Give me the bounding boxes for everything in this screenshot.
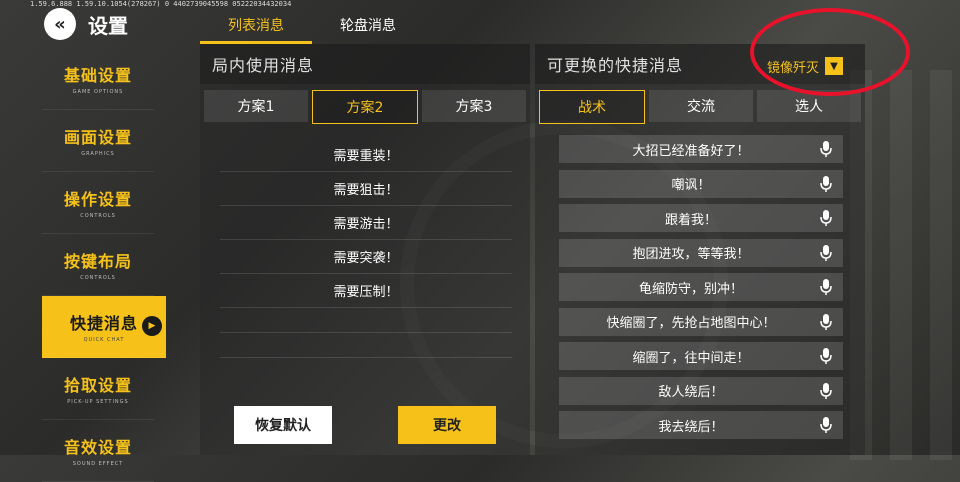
list-item[interactable]: 跟着我！ xyxy=(559,204,843,232)
microphone-icon[interactable] xyxy=(819,279,833,295)
message-text: 敌人绕后！ xyxy=(658,385,724,400)
list-item[interactable]: 需要重装！ xyxy=(220,138,512,172)
sidebar-item-game-options[interactable]: 基础设置 GAME OPTIONS xyxy=(42,48,154,110)
sidebar-item-sublabel: CONTROLS xyxy=(80,213,116,219)
reset-default-button[interactable]: 恢复默认 xyxy=(234,406,332,444)
microphone-icon[interactable] xyxy=(819,348,833,364)
list-item[interactable]: 我去绕后！ xyxy=(559,411,843,439)
version-text: 1.59.6.888 1.59.10.1054(278267) 0 440273… xyxy=(30,0,292,8)
in-game-message-list: 需要重装！ 需要狙击！ 需要游击！ 需要突袭！ 需要压制！ xyxy=(200,130,530,358)
sidebar-item-label: 画面设置 xyxy=(63,128,132,147)
sidebar-item-pickup-settings[interactable]: 拾取设置 PICK-UP SETTINGS xyxy=(42,358,154,420)
sidebar-item-controls[interactable]: 操作设置 CONTROLS xyxy=(42,172,154,234)
panel-title: 局内使用消息 xyxy=(200,44,530,84)
microphone-icon[interactable] xyxy=(819,382,833,399)
sidebar: 基础设置 GAME OPTIONS 画面设置 GRAPHICS 操作设置 CON… xyxy=(42,48,166,482)
category-communication-button[interactable]: 交流 xyxy=(649,90,753,122)
play-icon: ▶ xyxy=(142,316,162,336)
sidebar-item-sound-effect[interactable]: 音效设置 SOUND EFFECT xyxy=(42,420,154,482)
message-text: 大招已经准备好了！ xyxy=(632,143,750,159)
microphone-icon[interactable] xyxy=(819,175,833,192)
panel-actions: 恢复默认 更改 xyxy=(234,406,496,444)
mode-dropdown-value: 镜像歼灭 xyxy=(767,60,820,76)
list-item[interactable]: 龟缩防守，别冲！ xyxy=(559,273,843,301)
sidebar-item-sublabel: QUICK CHAT xyxy=(83,337,125,343)
list-item[interactable]: 抱团进攻，等等我！ xyxy=(559,238,843,267)
top-tabs: 列表消息 轮盘消息 xyxy=(200,15,424,44)
sidebar-item-graphics[interactable]: 画面设置 GRAPHICS xyxy=(42,110,154,172)
sidebar-item-label: 快捷消息 xyxy=(69,314,138,333)
list-item[interactable]: 需要游击！ xyxy=(220,206,512,240)
replaceable-messages-panel: 可更换的快捷消息 战术 交流 选人 大招已经准备好了！ 嘲讽！ 跟着我！ 抱团进… xyxy=(535,44,865,455)
list-item[interactable]: 嘲讽！ xyxy=(559,169,843,198)
microphone-icon[interactable] xyxy=(819,210,833,226)
double-chevron-left-icon: « xyxy=(54,13,66,35)
message-text: 嘲讽！ xyxy=(671,178,711,193)
sidebar-item-label: 音效设置 xyxy=(63,438,132,457)
tab-wheel-messages[interactable]: 轮盘消息 xyxy=(312,15,424,44)
sidebar-item-quick-chat[interactable]: 快捷消息 QUICK CHAT ▶ xyxy=(42,296,166,358)
microphone-icon[interactable] xyxy=(819,141,833,157)
list-item[interactable]: 需要狙击！ xyxy=(220,172,512,206)
sidebar-item-sublabel: GAME OPTIONS xyxy=(72,89,124,95)
list-item[interactable]: 大招已经准备好了！ xyxy=(559,135,843,163)
sidebar-item-label: 基础设置 xyxy=(63,66,132,85)
microphone-icon[interactable] xyxy=(819,313,833,330)
message-text: 缩圈了，往中间走！ xyxy=(632,350,750,366)
back-button[interactable]: « xyxy=(44,8,76,40)
list-item[interactable]: 敌人绕后！ xyxy=(559,376,843,405)
microphone-icon[interactable] xyxy=(819,244,833,261)
sidebar-item-label: 拾取设置 xyxy=(63,376,132,395)
message-text: 我去绕后！ xyxy=(658,419,724,435)
plan-selector: 方案1 方案2 方案3 xyxy=(200,84,530,130)
plan-1-button[interactable]: 方案1 xyxy=(204,90,308,122)
message-text: 龟缩防守，别冲！ xyxy=(638,281,743,297)
sidebar-item-label: 按键布局 xyxy=(63,252,132,271)
sidebar-item-sublabel: PICK-UP SETTINGS xyxy=(67,399,129,405)
page-title: 设置 xyxy=(88,14,128,38)
category-character-select-button[interactable]: 选人 xyxy=(757,90,861,122)
sidebar-item-sublabel: CONTROLS xyxy=(80,275,116,281)
sidebar-item-label: 操作设置 xyxy=(63,190,132,209)
change-button[interactable]: 更改 xyxy=(398,406,496,444)
background-graphic xyxy=(850,70,960,460)
sidebar-item-sublabel: SOUND EFFECT xyxy=(72,461,124,467)
sidebar-item-key-layout[interactable]: 按键布局 CONTROLS xyxy=(42,234,154,296)
category-selector: 战术 交流 选人 xyxy=(535,84,865,130)
empty-slot[interactable] xyxy=(220,308,512,333)
plan-3-button[interactable]: 方案3 xyxy=(422,90,526,122)
tab-list-messages[interactable]: 列表消息 xyxy=(200,15,312,44)
in-game-messages-panel: 局内使用消息 方案1 方案2 方案3 需要重装！ 需要狙击！ 需要游击！ 需要突… xyxy=(200,44,530,455)
message-text: 抱团进攻，等等我！ xyxy=(632,247,750,262)
mode-dropdown[interactable]: 镜像歼灭 ▼ xyxy=(767,55,844,77)
list-item[interactable]: 需要突袭！ xyxy=(220,240,512,274)
sidebar-item-sublabel: GRAPHICS xyxy=(81,151,115,157)
category-tactics-button[interactable]: 战术 xyxy=(539,90,645,124)
message-text: 跟着我！ xyxy=(664,212,717,228)
plan-2-button[interactable]: 方案2 xyxy=(312,90,418,124)
chevron-down-icon: ▼ xyxy=(825,57,844,75)
quick-message-list: 大招已经准备好了！ 嘲讽！ 跟着我！ 抱团进攻，等等我！ 龟缩防守，别冲！ 快缩… xyxy=(535,130,865,439)
list-item[interactable]: 快缩圈了，先抢占地图中心！ xyxy=(559,307,843,336)
empty-slot[interactable] xyxy=(220,333,512,358)
list-item[interactable]: 需要压制！ xyxy=(220,274,512,308)
list-item[interactable]: 缩圈了，往中间走！ xyxy=(559,342,843,370)
microphone-icon[interactable] xyxy=(819,417,833,433)
message-text: 快缩圈了，先抢占地图中心！ xyxy=(606,316,776,331)
